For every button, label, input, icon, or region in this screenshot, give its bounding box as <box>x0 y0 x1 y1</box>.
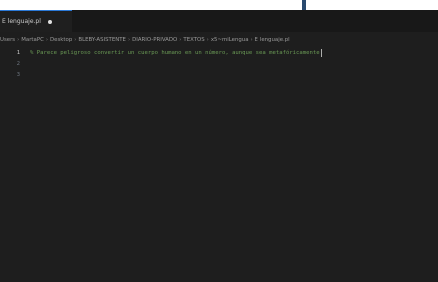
perl-file-icon: E <box>254 37 258 43</box>
line-number: 1 <box>16 49 20 56</box>
chevron-right-icon: › <box>74 37 77 43</box>
code-line[interactable]: 1 % Parece peligroso convertir un cuerpo… <box>0 47 438 58</box>
code-line[interactable]: 3 <box>0 69 438 80</box>
code-comment[interactable]: % Parece peligroso convertir un cuerpo h… <box>30 50 320 56</box>
breadcrumb-item[interactable]: BLEBY-ASISTENTE <box>78 37 126 43</box>
breadcrumb-item[interactable]: x5~miLengua <box>211 37 249 43</box>
tab-label: E lenguaje.pl <box>2 18 41 25</box>
breadcrumb-file[interactable]: lenguaje.pl <box>260 37 290 43</box>
chevron-right-icon: › <box>179 37 182 43</box>
breadcrumb-item[interactable]: MartaPC <box>21 37 44 43</box>
chevron-right-icon: › <box>250 37 253 43</box>
breadcrumb-item[interactable]: Users <box>0 37 15 43</box>
chevron-right-icon: › <box>45 37 49 43</box>
tab-bar: E lenguaje.pl <box>0 10 438 32</box>
breadcrumb-item[interactable]: Desktop <box>50 37 72 43</box>
breadcrumb: Users › MartaPC › Desktop › BLEBY-ASISTE… <box>0 34 438 46</box>
line-number: 3 <box>16 71 20 78</box>
unsaved-dot-icon[interactable] <box>47 19 52 24</box>
text-cursor <box>320 48 322 57</box>
line-number: 2 <box>16 60 20 67</box>
chevron-right-icon: › <box>206 37 209 43</box>
chevron-right-icon: › <box>17 37 20 43</box>
breadcrumb-item[interactable]: TEXTOS <box>183 37 204 43</box>
top-white-strip <box>0 0 438 10</box>
chevron-right-icon: › <box>127 37 131 43</box>
breadcrumb-item[interactable]: DIARIO-PRIVADO <box>132 37 177 43</box>
code-line[interactable]: 2 <box>0 58 438 69</box>
code-editor[interactable]: 1 % Parece peligroso convertir un cuerpo… <box>0 47 438 282</box>
tab-lenguaje-pl[interactable]: E lenguaje.pl <box>0 10 72 32</box>
vscode-window: E lenguaje.pl Users › MartaPC › Desktop … <box>0 0 438 282</box>
